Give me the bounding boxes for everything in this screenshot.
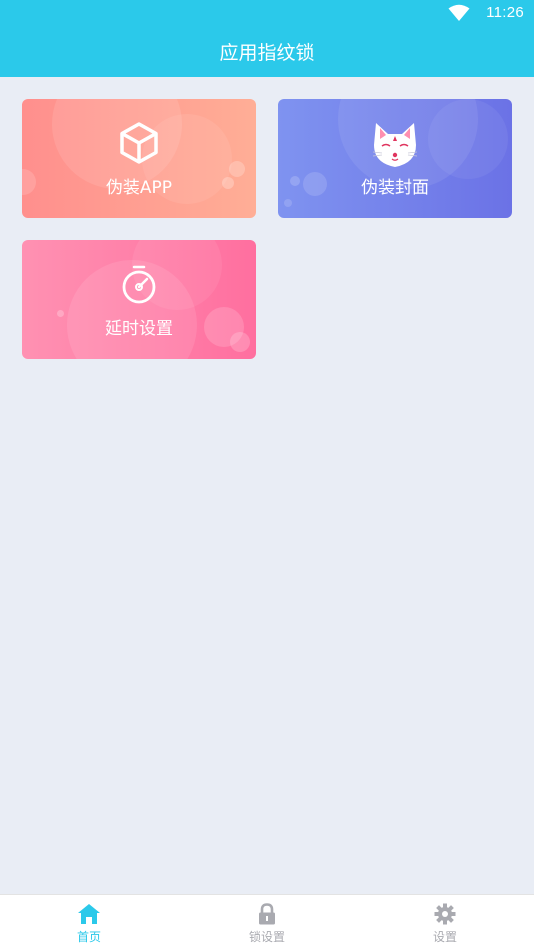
disguise-app-card[interactable]: 伪装APP <box>22 99 256 218</box>
gear-icon <box>434 903 456 925</box>
status-time: 11:26 <box>486 4 524 21</box>
disguise-app-label: 伪装APP <box>105 178 173 198</box>
delay-settings-card[interactable]: 延时设置 <box>22 240 256 359</box>
nav-item-home[interactable]: 首页 <box>0 895 178 949</box>
page-title: 应用指纹锁 <box>219 42 315 64</box>
nav-item-settings[interactable]: 设置 <box>356 895 534 949</box>
wifi-icon <box>448 4 470 21</box>
nav-item-lock-settings[interactable]: 锁设置 <box>178 895 356 949</box>
fox-mask-icon <box>372 123 418 167</box>
decor-bubble <box>428 99 508 179</box>
nav-label-settings: 设置 <box>432 930 457 944</box>
delay-settings-label: 延时设置 <box>105 319 173 339</box>
stopwatch-icon <box>122 265 156 304</box>
nav-label-home: 首页 <box>76 930 101 944</box>
disguise-cover-label: 伪装封面 <box>361 178 429 198</box>
disguise-cover-card[interactable]: 伪装封面 <box>278 99 512 218</box>
lock-icon <box>259 903 275 925</box>
cube-icon <box>120 122 158 164</box>
home-icon <box>78 904 100 924</box>
decor-bubble <box>284 199 292 207</box>
nav-label-lock-settings: 锁设置 <box>248 930 285 944</box>
status-bar: 11:26 <box>0 0 534 28</box>
bottom-nav: 首页 锁设置 设置 <box>0 894 534 949</box>
app-header: 11:26 应用指纹锁 <box>0 0 534 77</box>
